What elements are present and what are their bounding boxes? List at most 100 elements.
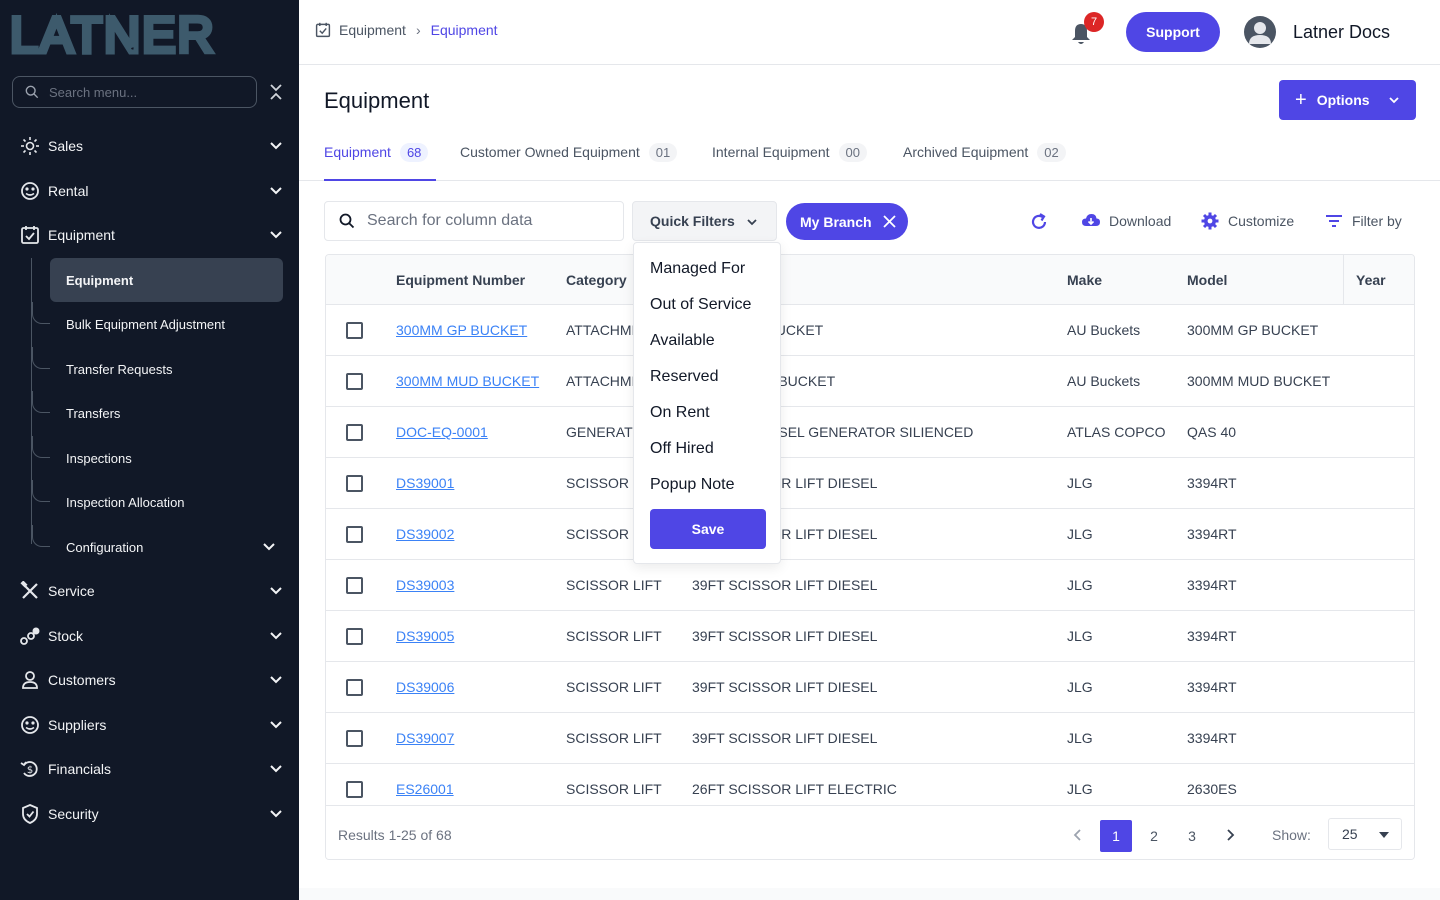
sidebar-item-stock[interactable]: Stock — [0, 616, 299, 656]
equipment-number-link[interactable]: DS39007 — [396, 730, 454, 746]
search-placeholder: Search for column data — [367, 212, 533, 229]
tab-archived-equipment[interactable]: Archived Equipment 02 — [903, 140, 1066, 164]
sidebar-item-financials[interactable]: $ Financials — [0, 749, 299, 789]
table-row[interactable]: DOC-EQ-0001 GENERATOR 3 PHASE DIESEL GEN… — [326, 407, 1414, 458]
sidebar-item-rental[interactable]: Rental — [0, 171, 299, 211]
sidebar-item-sales[interactable]: Sales — [0, 126, 299, 166]
table-row[interactable]: DS39003 SCISSOR LIFT 39FT SCISSOR LIFT D… — [326, 560, 1414, 611]
row-checkbox[interactable] — [346, 526, 363, 543]
quick-filter-off-hired[interactable]: Off Hired — [650, 440, 714, 458]
sidebar-subitem-inspections[interactable]: Inspections — [32, 436, 284, 480]
customize-button[interactable]: Customize — [1200, 211, 1294, 231]
download-button[interactable]: Download — [1081, 211, 1171, 231]
equipment-number-link[interactable]: ES26001 — [396, 781, 454, 797]
support-button[interactable]: Support — [1126, 12, 1220, 52]
sidebar-subitem-transfers[interactable]: Transfers — [32, 391, 284, 435]
tab-customer-owned-equipment[interactable]: Customer Owned Equipment 01 — [460, 140, 678, 164]
close-icon[interactable] — [883, 215, 896, 228]
equipment-number-link[interactable]: DS39002 — [396, 526, 454, 542]
row-checkbox[interactable] — [346, 373, 363, 390]
sidebar-item-suppliers[interactable]: Suppliers — [0, 705, 299, 745]
description-cell: 39FT SCISSOR LIFT DIESEL — [692, 679, 878, 695]
quick-filter-popup-note[interactable]: Popup Note — [650, 476, 735, 494]
row-checkbox[interactable] — [346, 781, 363, 798]
tab-internal-equipment[interactable]: Internal Equipment 00 — [712, 140, 867, 164]
table-row[interactable]: DS39006 SCISSOR LIFT 39FT SCISSOR LIFT D… — [326, 662, 1414, 713]
active-tab-indicator — [324, 179, 436, 181]
chevron-right-icon: › — [415, 22, 421, 38]
breadcrumb-link[interactable]: Equipment — [339, 22, 406, 38]
equipment-number-link[interactable]: DOC-EQ-0001 — [396, 424, 488, 440]
column-header-model[interactable]: Model — [1187, 272, 1227, 288]
column-search-input[interactable]: Search for column data — [324, 201, 624, 241]
notification-badge: 7 — [1084, 12, 1104, 32]
sidebar-item-customers[interactable]: Customers — [0, 660, 299, 700]
user-name[interactable]: Latner Docs — [1293, 22, 1390, 43]
table-row[interactable]: DS39005 SCISSOR LIFT 39FT SCISSOR LIFT D… — [326, 611, 1414, 662]
stock-icon — [19, 625, 41, 647]
refresh-icon[interactable] — [1029, 212, 1049, 232]
avatar[interactable] — [1244, 16, 1276, 48]
sidebar-subitem-bulk-adjustment[interactable]: Bulk Equipment Adjustment — [32, 302, 284, 346]
filter-by-button[interactable]: Filter by — [1324, 211, 1402, 231]
table-row[interactable]: DS39001 SCISSOR LIFT 39FT SCISSOR LIFT D… — [326, 458, 1414, 509]
row-checkbox[interactable] — [346, 730, 363, 747]
collapse-icon[interactable] — [268, 82, 284, 102]
tab-equipment[interactable]: Equipment 68 — [324, 140, 429, 164]
sidebar-item-equipment[interactable]: Equipment — [0, 215, 299, 255]
row-checkbox[interactable] — [346, 628, 363, 645]
quick-filter-out-of-service[interactable]: Out of Service — [650, 296, 751, 314]
page-size-select[interactable]: 25 — [1328, 818, 1402, 850]
equipment-number-link[interactable]: DS39006 — [396, 679, 454, 695]
row-checkbox[interactable] — [346, 475, 363, 492]
column-header-category[interactable]: Category — [566, 272, 627, 288]
page-button-3[interactable]: 3 — [1176, 820, 1208, 852]
equipment-number-link[interactable]: 300MM MUD BUCKET — [396, 373, 539, 389]
table-row[interactable]: DS39007 SCISSOR LIFT 39FT SCISSOR LIFT D… — [326, 713, 1414, 764]
my-branch-chip[interactable]: My Branch — [786, 203, 908, 240]
tab-count: 68 — [399, 142, 429, 162]
equipment-icon — [315, 22, 331, 38]
equipment-number-link[interactable]: DS39003 — [396, 577, 454, 593]
quick-filter-available[interactable]: Available — [650, 332, 715, 350]
subitem-label: Configuration — [66, 539, 144, 555]
sidebar-subitem-transfer-requests[interactable]: Transfer Requests — [32, 347, 284, 391]
column-header-make[interactable]: Make — [1067, 272, 1102, 288]
chevron-down-icon — [270, 810, 282, 818]
latner-logo[interactable]: LATNER — [10, 8, 280, 58]
save-button[interactable]: Save — [650, 509, 766, 549]
description-cell: 39FT SCISSOR LIFT DIESEL — [692, 577, 878, 593]
table-row[interactable]: 300MM GP BUCKET ATTACHMENT 300MM GP BUCK… — [326, 305, 1414, 356]
make-cell: JLG — [1067, 730, 1093, 746]
quick-filters-button[interactable]: Quick Filters — [632, 201, 777, 241]
quick-filter-managed-for[interactable]: Managed For — [650, 260, 745, 278]
column-header-equipment-number[interactable]: Equipment Number — [396, 272, 525, 288]
sidebar-item-label: Sales — [48, 138, 84, 154]
sidebar-item-service[interactable]: Service — [0, 571, 299, 611]
page-button-1[interactable]: 1 — [1100, 820, 1132, 852]
sidebar-subitem-configuration[interactable]: Configuration — [32, 525, 284, 569]
chevron-left-icon[interactable] — [1071, 828, 1085, 842]
row-checkbox[interactable] — [346, 322, 363, 339]
table-row[interactable]: DS39002 SCISSOR LIFT 39FT SCISSOR LIFT D… — [326, 509, 1414, 560]
sidebar-item-label: Security — [48, 806, 99, 822]
quick-filter-reserved[interactable]: Reserved — [650, 368, 718, 386]
row-checkbox[interactable] — [346, 577, 363, 594]
user-avatar-icon — [1249, 22, 1271, 44]
sidebar-subitem-inspection-allocation[interactable]: Inspection Allocation — [32, 480, 284, 524]
page-button-2[interactable]: 2 — [1138, 820, 1170, 852]
column-header-year[interactable]: Year — [1356, 272, 1386, 288]
subitem-label: Equipment — [66, 272, 134, 288]
row-checkbox[interactable] — [346, 424, 363, 441]
equipment-number-link[interactable]: 300MM GP BUCKET — [396, 322, 527, 338]
sidebar-subitem-equipment[interactable]: Equipment — [32, 258, 284, 302]
sidebar-item-security[interactable]: Security — [0, 794, 299, 834]
equipment-number-link[interactable]: DS39005 — [396, 628, 454, 644]
quick-filter-on-rent[interactable]: On Rent — [650, 404, 710, 422]
row-checkbox[interactable] — [346, 679, 363, 696]
options-button[interactable]: + Options — [1279, 80, 1416, 120]
sidebar-search-input[interactable]: Search menu... — [12, 76, 257, 108]
table-row[interactable]: 300MM MUD BUCKET ATTACHMENT 300MM MUD BU… — [326, 356, 1414, 407]
equipment-number-link[interactable]: DS39001 — [396, 475, 454, 491]
chevron-right-icon[interactable] — [1223, 828, 1237, 842]
